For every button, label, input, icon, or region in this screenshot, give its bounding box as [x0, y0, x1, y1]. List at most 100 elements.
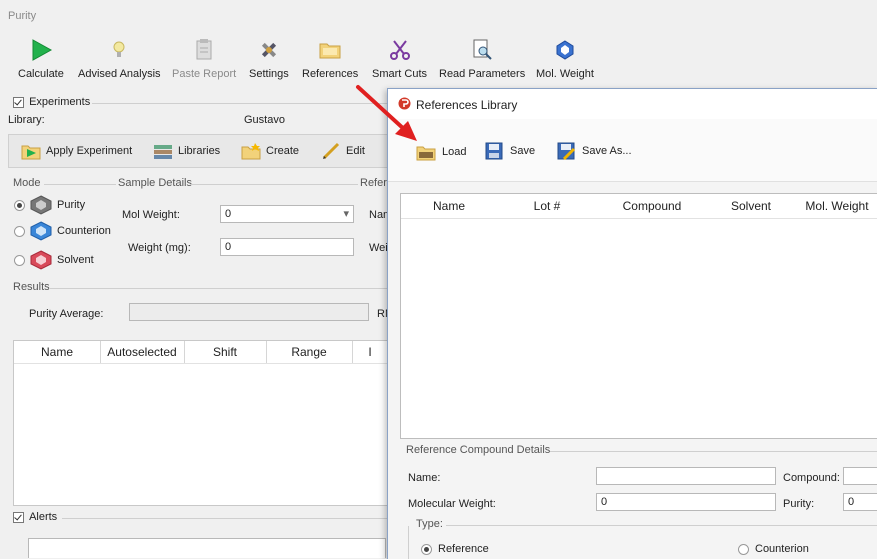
- compound-input[interactable]: [843, 467, 877, 485]
- create-icon: [241, 143, 261, 160]
- document-search-icon: [473, 39, 492, 60]
- weight-input[interactable]: 0: [220, 238, 354, 256]
- experiments-checkbox[interactable]: Experiments: [13, 96, 90, 108]
- type-reference-radio[interactable]: Reference: [421, 543, 489, 555]
- counterion-hexagon-icon: [30, 221, 52, 241]
- pencil-icon: [322, 142, 340, 160]
- mol-weight-label: Mol. Weight: [536, 68, 594, 80]
- purity-label: Purity:: [783, 498, 815, 510]
- radio[interactable]: [14, 225, 25, 237]
- read-parameters-button[interactable]: Read Parameters: [439, 38, 525, 80]
- solvent-hexagon-icon: [30, 250, 52, 270]
- column-header[interactable]: I: [352, 341, 388, 363]
- group-divider: [44, 184, 116, 185]
- column-header[interactable]: Shift: [184, 341, 267, 363]
- window-title: Purity: [8, 10, 37, 22]
- save-icon: [485, 142, 503, 160]
- settings-button[interactable]: Settings: [249, 38, 289, 80]
- libraries-button[interactable]: Libraries: [153, 142, 220, 160]
- references-list[interactable]: Name Lot # Compound Solvent Mol. Weight: [400, 193, 877, 439]
- library-value: Gustavo: [244, 114, 285, 126]
- name-input[interactable]: [596, 467, 776, 485]
- create-button[interactable]: Create: [241, 142, 299, 160]
- molecular-weight-label: Molecular Weight:: [408, 498, 496, 510]
- smart-cuts-label: Smart Cuts: [372, 68, 428, 80]
- details-group-label: Reference Compound Details: [406, 444, 551, 456]
- reference-group-label-partial: Refer: [360, 177, 387, 189]
- group-divider: [92, 103, 388, 104]
- library-label: Library:: [8, 114, 45, 126]
- dialog-title: References Library: [416, 98, 518, 112]
- column-header[interactable]: Compound: [597, 194, 708, 219]
- type-reference-label: Reference: [438, 543, 489, 555]
- divider: [14, 363, 390, 364]
- paste-report-button[interactable]: Paste Report: [172, 38, 236, 80]
- save-as-icon: [557, 142, 576, 161]
- references-library-dialog: References Library Load Save Save As... …: [387, 88, 877, 559]
- mode-counterion-radio[interactable]: Counterion: [14, 221, 111, 241]
- molecular-weight-input[interactable]: 0: [596, 493, 776, 511]
- mode-solvent-radio[interactable]: Solvent: [14, 250, 94, 270]
- save-as-button[interactable]: Save As...: [556, 141, 632, 161]
- column-header[interactable]: Autoselected: [100, 341, 185, 363]
- reference-weight-label-partial: Wei: [369, 242, 388, 254]
- mode-purity-radio[interactable]: Purity: [14, 195, 85, 215]
- purity-value: 0: [848, 496, 855, 508]
- type-counterion-label: Counterion: [755, 543, 809, 555]
- purity-average-field: [129, 303, 369, 321]
- sample-details-label: Sample Details: [118, 177, 192, 189]
- radio[interactable]: [14, 199, 25, 211]
- folder-icon: [319, 43, 341, 59]
- save-button[interactable]: Save: [484, 141, 535, 161]
- mol-weight-input[interactable]: 0 ▾: [220, 205, 354, 223]
- alerts-box: [28, 538, 386, 558]
- tools-icon: [261, 42, 276, 58]
- group-divider: [446, 525, 877, 526]
- group-divider: [408, 526, 409, 559]
- apply-experiment-button[interactable]: Apply Experiment: [21, 142, 132, 160]
- mode-counterion-label: Counterion: [57, 225, 111, 237]
- dialog-toolbar: Load Save Save As...: [388, 119, 877, 182]
- edit-button[interactable]: Edit: [321, 142, 365, 160]
- group-divider: [550, 451, 877, 452]
- experiments-label: Experiments: [29, 96, 91, 108]
- checkbox[interactable]: [13, 96, 24, 108]
- column-header[interactable]: Name: [401, 194, 498, 219]
- paste-report-label: Paste Report: [172, 68, 237, 80]
- checkbox[interactable]: [13, 511, 24, 523]
- dialog-titlebar[interactable]: References Library: [388, 89, 877, 119]
- alerts-checkbox[interactable]: Alerts: [13, 511, 57, 523]
- column-header[interactable]: Range: [266, 341, 353, 363]
- references-button[interactable]: References: [302, 38, 358, 80]
- folder-open-icon: [416, 146, 436, 161]
- purity-input[interactable]: 0: [843, 493, 877, 511]
- chevron-down-icon[interactable]: ▾: [343, 207, 349, 221]
- advised-analysis-button[interactable]: Advised Analysis: [78, 38, 161, 80]
- radio[interactable]: [738, 543, 749, 555]
- advised-analysis-label: Advised Analysis: [78, 68, 161, 80]
- radio[interactable]: [421, 543, 432, 555]
- type-counterion-radio[interactable]: Counterion: [738, 543, 809, 555]
- create-label: Create: [266, 145, 300, 157]
- lightbulb-icon: [113, 41, 125, 57]
- column-header[interactable]: Lot #: [497, 194, 598, 219]
- mol-weight-button[interactable]: Mol. Weight: [536, 38, 594, 80]
- mol-weight-label: Mol Weight:: [122, 209, 180, 221]
- load-button[interactable]: Load: [416, 143, 466, 161]
- mode-group-label: Mode: [13, 177, 41, 189]
- calculate-button[interactable]: Calculate: [18, 38, 64, 80]
- column-header[interactable]: Name: [14, 341, 101, 363]
- mode-purity-label: Purity: [57, 199, 86, 211]
- read-parameters-label: Read Parameters: [439, 68, 526, 80]
- molecular-weight-value: 0: [601, 496, 608, 508]
- column-header[interactable]: Solvent: [707, 194, 796, 219]
- column-header[interactable]: Mol. Weight: [795, 194, 877, 219]
- experiment-button-bar: Apply Experiment Libraries Create Edit: [8, 134, 390, 168]
- radio[interactable]: [14, 254, 25, 266]
- apply-icon: [21, 145, 41, 160]
- references-label: References: [302, 68, 359, 80]
- play-icon: [32, 39, 52, 61]
- smart-cuts-button[interactable]: Smart Cuts: [372, 38, 427, 80]
- books-icon: [154, 145, 172, 159]
- calculate-label: Calculate: [18, 68, 64, 80]
